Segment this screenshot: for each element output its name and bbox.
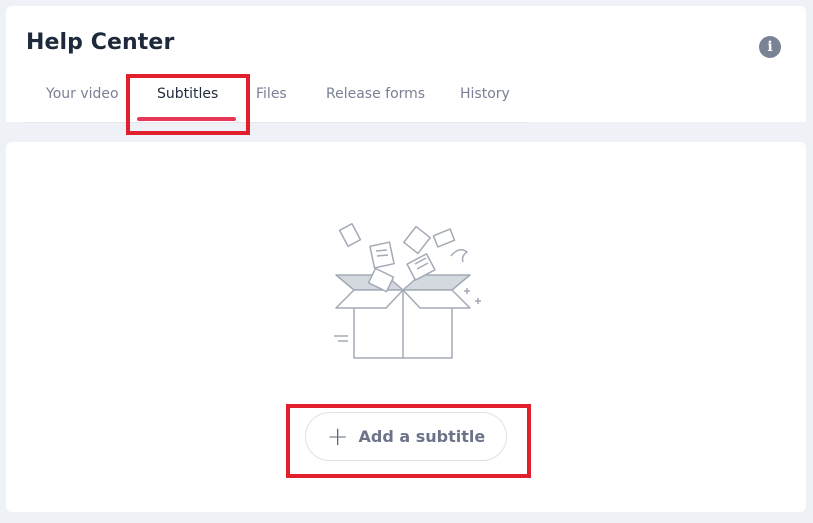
header-card: Help Center i Your video Subtitles Files… <box>6 6 806 123</box>
active-tab-indicator <box>137 117 236 121</box>
tab-subtitles[interactable]: Subtitles <box>157 86 218 102</box>
add-subtitle-label: Add a subtitle <box>358 427 486 446</box>
tab-bar: Your video Subtitles Files Release forms… <box>26 76 528 123</box>
info-icon[interactable]: i <box>759 36 781 58</box>
page-title: Help Center <box>26 30 175 55</box>
add-subtitle-button[interactable]: + Add a subtitle <box>305 412 507 461</box>
tab-release-forms[interactable]: Release forms <box>326 86 425 102</box>
content-card: + Add a subtitle <box>6 142 806 512</box>
tab-history[interactable]: History <box>460 86 510 102</box>
tab-your-video[interactable]: Your video <box>46 86 119 102</box>
plus-icon: + <box>326 421 349 452</box>
tab-files[interactable]: Files <box>256 86 287 102</box>
empty-box-illustration <box>334 223 481 359</box>
